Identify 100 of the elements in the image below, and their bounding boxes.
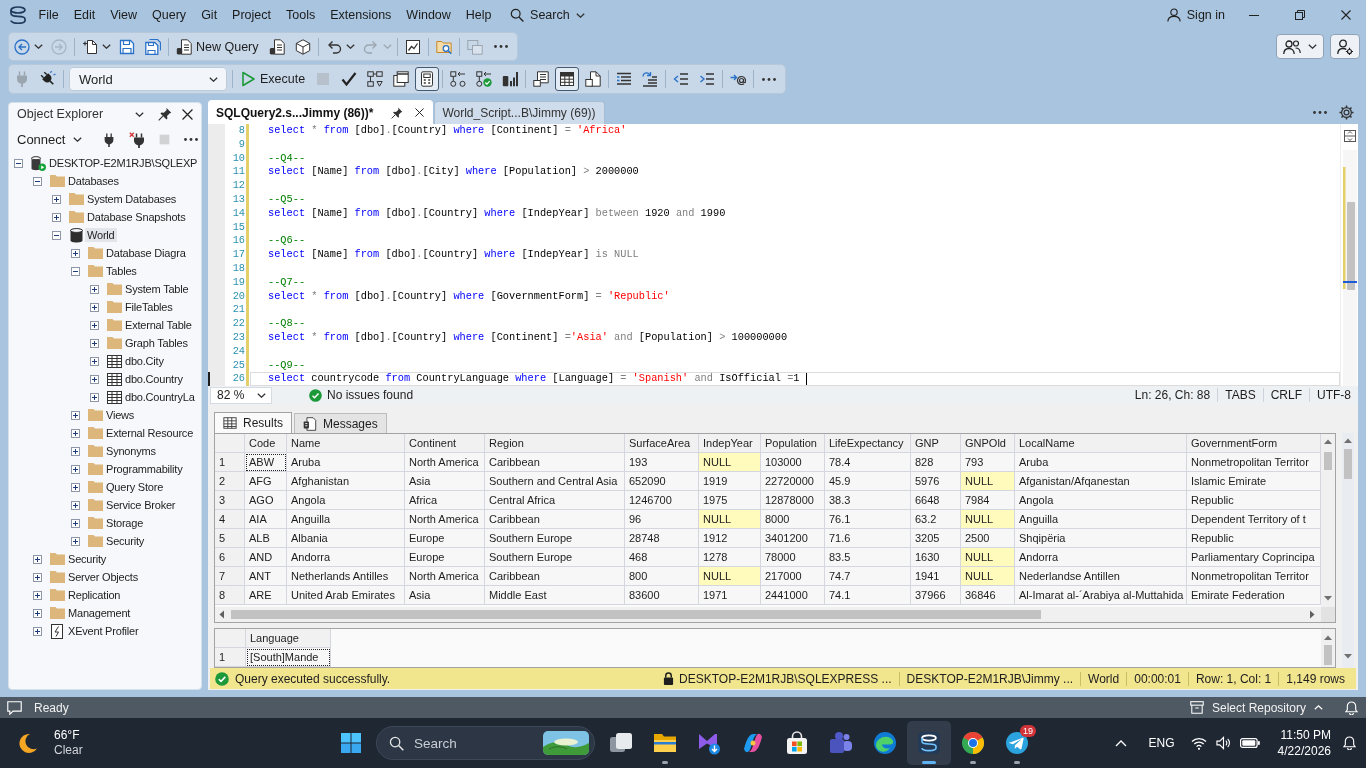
flowchart-check-icon[interactable] (476, 71, 493, 87)
more-icon[interactable] (493, 45, 508, 48)
expand-icon[interactable] (90, 356, 99, 366)
expand-icon[interactable] (71, 500, 80, 510)
tree-item[interactable]: XEvent Profiler (66, 624, 141, 638)
calculator-icon[interactable] (415, 67, 440, 91)
row-header[interactable]: 6 (215, 548, 245, 567)
menu-item[interactable]: File (31, 4, 67, 26)
tree-item[interactable]: Programmability (104, 462, 185, 476)
folder-icon[interactable] (653, 731, 677, 755)
tree-item[interactable]: Views (104, 408, 137, 422)
pin-icon[interactable] (391, 106, 404, 119)
vertical-scrollbar[interactable] (1342, 433, 1354, 668)
more-icon[interactable] (184, 138, 199, 141)
document-cylinder-icon[interactable] (268, 38, 285, 55)
column-header[interactable]: SurfaceArea (625, 434, 699, 453)
back-button[interactable] (14, 37, 43, 56)
battery-icon[interactable] (1239, 738, 1260, 748)
tree-item[interactable]: System Table (123, 282, 191, 296)
document-icon[interactable] (585, 71, 602, 87)
column-header[interactable]: Language (246, 629, 331, 648)
shopping-bag-icon[interactable] (785, 731, 809, 755)
menu-item[interactable]: Project (224, 4, 279, 26)
wave-circle-icon[interactable] (873, 731, 897, 755)
split-arrows-icon[interactable] (1343, 130, 1356, 142)
folder-search-icon[interactable] (435, 38, 452, 55)
vertical-scrollbar[interactable] (1321, 629, 1335, 667)
expand-icon[interactable] (71, 518, 80, 528)
plug-arrows-icon[interactable] (40, 71, 56, 87)
stack-tile-icon[interactable] (917, 731, 941, 755)
column-header[interactable]: GNP (911, 434, 961, 453)
expand-icon[interactable] (71, 464, 80, 474)
people-tile-icon[interactable] (829, 731, 853, 755)
row-header[interactable]: 5 (215, 529, 245, 548)
new-query-button[interactable]: New Query (171, 34, 264, 59)
menu-item[interactable]: Query (144, 4, 194, 26)
start-icon[interactable] (341, 733, 361, 753)
column-header[interactable]: GNPOld (961, 434, 1015, 453)
people-menu-button[interactable] (1276, 34, 1324, 59)
column-header[interactable]: Population (761, 434, 825, 453)
tree-item[interactable]: System Databases (85, 192, 179, 206)
tree-item[interactable]: dbo.Country (123, 372, 185, 386)
expand-icon[interactable] (90, 302, 99, 312)
expand-icon[interactable] (52, 194, 61, 204)
tricolor-circle-icon[interactable] (961, 731, 985, 755)
menu-item[interactable]: Window (398, 4, 459, 26)
menu-item[interactable]: View (102, 4, 145, 26)
tree-item[interactable]: Server Objects (66, 570, 140, 584)
line-chart-icon[interactable] (404, 38, 421, 55)
tree-item[interactable]: Storage (104, 516, 146, 530)
speech-bubble-icon[interactable] (7, 700, 22, 715)
bell-icon[interactable] (1343, 736, 1356, 750)
tree-item[interactable]: Security (104, 534, 147, 548)
execute-button[interactable]: Execute (235, 67, 311, 91)
row-header[interactable]: 4 (215, 510, 245, 529)
expand-icon[interactable] (52, 212, 61, 222)
menu-item[interactable]: Tools (278, 4, 323, 26)
expand-icon[interactable] (90, 374, 99, 384)
pin-icon[interactable] (158, 107, 172, 121)
tree-item[interactable]: External Table (123, 318, 194, 332)
database-dropdown[interactable]: World (69, 67, 227, 91)
tree-item[interactable]: Query Store (104, 480, 166, 494)
checkmark-icon[interactable] (341, 71, 358, 87)
row-header[interactable]: 2 (215, 472, 245, 491)
tree-item[interactable]: Replication (66, 588, 123, 602)
more-icon[interactable] (1313, 110, 1327, 114)
tree-item[interactable]: Database Snapshots (85, 210, 188, 224)
zoom-dropdown[interactable]: 82 % (210, 386, 272, 404)
editor-tab[interactable]: World_Script...B\Jimmy (69)) (434, 101, 605, 124)
column-header[interactable]: LocalName (1015, 434, 1187, 453)
clock-time[interactable]: 11:50 PM (1280, 727, 1331, 743)
save-icon[interactable] (119, 38, 135, 55)
flowchart-arrows-icon[interactable] (450, 71, 467, 87)
more-icon[interactable] (762, 77, 777, 81)
tree-item[interactable]: dbo.CountryLa (123, 390, 197, 404)
editor-tab[interactable]: SQLQuery2.s...Jimmy (86))* (208, 100, 434, 124)
settings-icon[interactable] (1339, 104, 1354, 120)
tree-item[interactable]: World (85, 228, 117, 242)
collapse-icon[interactable] (52, 230, 61, 240)
row-header[interactable]: 3 (215, 491, 245, 510)
column-header[interactable]: LifeExpectancy (825, 434, 911, 453)
line-ending-mode[interactable]: CRLF (1262, 388, 1309, 402)
close-icon[interactable] (1341, 10, 1351, 20)
stacked-windows-icon[interactable] (393, 71, 410, 87)
expand-icon[interactable] (33, 590, 42, 600)
language-indicator[interactable]: ENG (1148, 736, 1175, 750)
row-header[interactable]: 1 (215, 453, 245, 472)
results-tab[interactable]: Messages (294, 413, 387, 433)
tree-item[interactable]: External Resource (104, 426, 196, 440)
tree-item[interactable]: Graph Tables (123, 336, 190, 350)
tree-item[interactable]: Synonyms (104, 444, 158, 458)
expand-icon[interactable] (90, 392, 99, 402)
bar-chart-icon[interactable] (502, 71, 519, 87)
expand-icon[interactable] (71, 428, 80, 438)
expand-icon[interactable] (90, 338, 99, 348)
tree-item[interactable]: Management (66, 606, 133, 620)
tree-item[interactable]: FileTables (123, 300, 175, 314)
sign-in-button[interactable]: Sign in (1166, 8, 1225, 22)
expand-icon[interactable] (90, 284, 99, 294)
vertical-scrollbar[interactable] (1342, 150, 1357, 386)
